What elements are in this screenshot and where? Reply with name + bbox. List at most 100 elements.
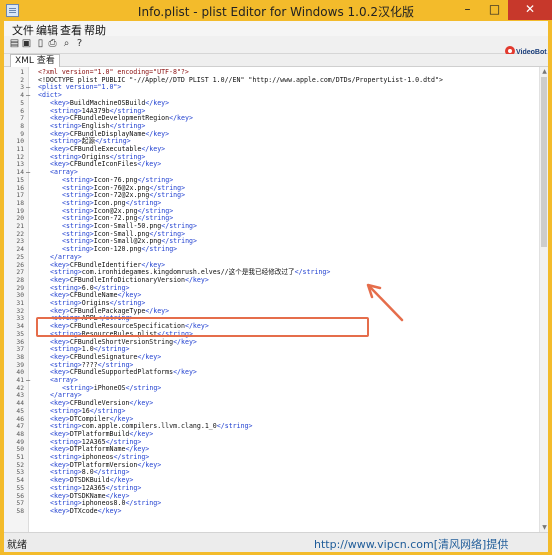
line-number: 41 [16,377,24,384]
xml-tag: </key> [145,98,170,107]
line-number: 11 [16,146,24,153]
line-number: 7 [20,115,24,123]
xml-tag: </key> [137,460,162,469]
xml-tag: </string> [294,268,331,277]
scroll-down-icon[interactable]: ▼ [541,524,548,531]
line-number: 28 [16,276,24,284]
xml-tag: </string> [216,422,253,431]
line-number: 31 [16,300,24,307]
line-number: 43 [16,392,24,400]
xml-tag: </key> [129,399,154,408]
code-line[interactable]: 40 <key>CFBundleSupportedPlatforms</key> [4,368,539,377]
line-number: 56 [16,492,24,500]
line-number: 3 [20,84,24,92]
fold-toggle-icon[interactable]: – [26,376,30,385]
line-number: 35 [16,330,24,338]
line-number: 9 [20,130,24,138]
line-number: 23 [16,238,24,246]
xml-tag: <key> [50,506,70,515]
line-number: 54 [16,477,24,485]
tab-strip: XML 查看 [4,54,548,67]
minimize-button[interactable]: – [454,0,481,20]
line-number: 26 [16,261,24,269]
line-number: 6 [20,107,24,115]
line-number: 1 [20,69,24,76]
line-number: 8 [20,122,24,130]
xml-tag: </key> [173,337,197,346]
line-number: 16 [16,184,24,192]
print-icon[interactable]: ⎙ [47,38,58,49]
line-number: 13 [16,161,24,169]
line-number: 21 [16,223,24,230]
line-number: 29 [16,284,24,292]
line-number: 48 [16,430,24,438]
line-number: 20 [16,215,24,223]
line-number: 18 [16,199,24,207]
line-number: 58 [16,507,24,515]
code-line[interactable]: 42 <string>iPhoneOS</string> [4,383,539,393]
line-number: 50 [16,446,24,454]
line-number: 33 [16,315,24,323]
scroll-up-icon[interactable]: ▲ [541,68,548,75]
line-number: 24 [16,246,24,254]
xml-tag: </key> [145,306,170,315]
line-number: 47 [16,423,24,431]
code-line[interactable]: 13 <key>CFBundleIconFiles</key> [4,161,539,169]
line-number: 37 [16,346,24,354]
xml-tag: </key> [97,506,122,515]
line-number: 12 [16,153,24,161]
code-editor[interactable]: 1 <?xml version="1.0" encoding="UTF-8"?> 2… [4,67,548,532]
line-number: 44 [16,400,24,408]
xml-text: CFBundleIconFiles [69,160,138,169]
menu-bar: 文件 编辑 查看 帮助 [4,21,548,37]
client-area: 文件 编辑 查看 帮助 ▤ ▣ ▯ ⎙ ⌕ ? VideoBot XML 查看 … [4,21,548,552]
xml-tag: </key> [184,275,209,284]
watermark-text: http://www.vipcn.com[清风网络]提供 [314,538,509,551]
status-text: 就绪 [7,540,27,551]
vertical-scrollbar[interactable]: ▲ ▼ [539,67,548,532]
xml-text: Icon-120.png [93,245,142,254]
line-number: 34 [16,323,24,331]
xml-text: CFBundleSupportedPlatforms [69,368,174,377]
line-number: 39 [16,361,24,369]
title-bar[interactable]: Info.plist - plist Editor for Windows 1.… [0,0,552,21]
open-file-icon[interactable]: ▤ [9,38,20,49]
line-number: 38 [16,353,24,361]
line-number: 25 [16,253,24,261]
code-line[interactable]: 58 <key>DTXcode</key> [4,506,539,516]
fold-toggle-icon[interactable]: – [26,91,30,100]
xml-tag: </string> [125,499,162,508]
line-number: 36 [16,338,24,346]
code-text: <key>DTXcode</key> [50,506,122,516]
line-number: 49 [16,438,24,446]
line-number: 10 [16,138,24,146]
highlight-box [36,317,369,337]
line-number: 45 [16,407,24,415]
help-icon[interactable]: ? [74,38,85,49]
line-number: 32 [16,307,24,315]
code-line[interactable]: 3– <plist version="1.0"> [4,84,539,92]
line-number: 17 [16,192,24,200]
xml-tag: </string> [125,383,162,392]
line-number: 19 [16,207,24,215]
fold-toggle-icon[interactable]: – [26,168,30,177]
tab-xml-view[interactable]: XML 查看 [10,54,60,67]
code-line[interactable]: 24 <string>Icon-120.png</string> [4,245,539,254]
line-number: 15 [16,176,24,184]
line-number: 55 [16,484,24,492]
line-number: 2 [20,76,24,84]
find-icon[interactable]: ⌕ [61,38,72,49]
xml-tag: </key> [137,160,162,169]
xml-text: iPhoneOS [93,383,126,392]
line-number: 57 [16,500,24,508]
xml-tag: </key> [169,114,193,123]
line-number: 5 [20,99,24,107]
new-file-icon[interactable]: ▯ [35,38,46,49]
scroll-thumb[interactable] [541,77,547,247]
toolbar: ▤ ▣ ▯ ⎙ ⌕ ? VideoBot [4,36,548,56]
close-button[interactable]: ✕ [508,0,552,20]
maximize-button[interactable]: □ [481,0,508,20]
save-icon[interactable]: ▣ [21,38,32,49]
xml-tag: </string> [141,245,178,254]
line-number: 53 [16,469,24,477]
